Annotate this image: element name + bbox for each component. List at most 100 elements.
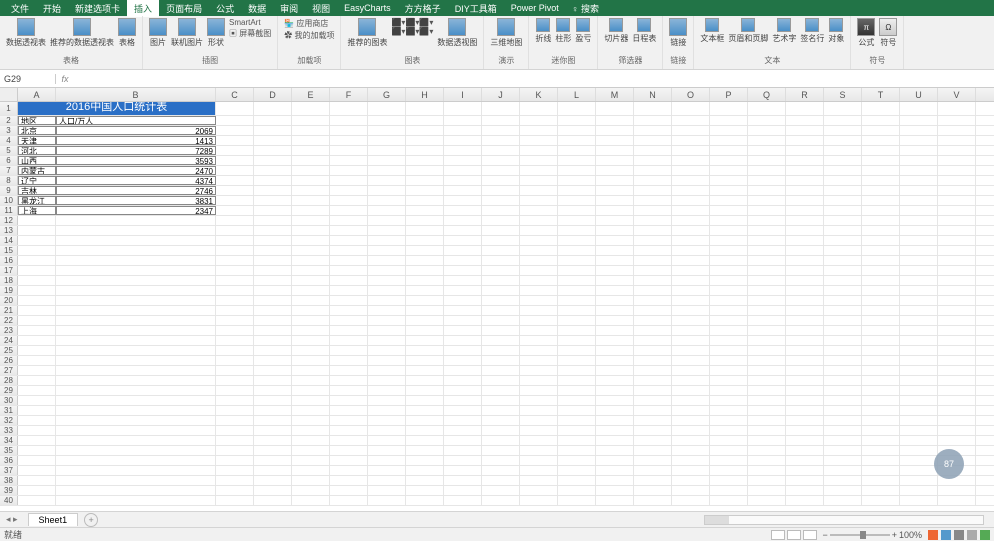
row-header[interactable]: 17 — [0, 266, 18, 275]
cell[interactable] — [862, 156, 900, 165]
cell[interactable] — [710, 426, 748, 435]
cell[interactable] — [292, 386, 330, 395]
cell[interactable] — [368, 166, 406, 175]
cell[interactable] — [292, 326, 330, 335]
cell[interactable] — [710, 176, 748, 185]
cell[interactable] — [596, 476, 634, 485]
cell[interactable] — [748, 296, 786, 305]
zoom-slider[interactable] — [830, 534, 890, 536]
cell[interactable] — [292, 466, 330, 475]
cell[interactable] — [558, 456, 596, 465]
cell[interactable] — [748, 136, 786, 145]
cell[interactable] — [216, 196, 254, 205]
cell[interactable] — [520, 126, 558, 135]
cell[interactable] — [56, 386, 216, 395]
cell[interactable] — [444, 276, 482, 285]
cell[interactable] — [292, 126, 330, 135]
cell[interactable] — [368, 336, 406, 345]
textbox-button[interactable]: 文本框 — [700, 18, 724, 44]
cell[interactable] — [748, 386, 786, 395]
cell[interactable] — [748, 126, 786, 135]
cell[interactable] — [634, 466, 672, 475]
cell[interactable] — [56, 346, 216, 355]
cell[interactable] — [596, 316, 634, 325]
cell[interactable] — [862, 236, 900, 245]
cell[interactable] — [56, 296, 216, 305]
cell[interactable] — [18, 376, 56, 385]
cell[interactable] — [634, 226, 672, 235]
cell[interactable] — [558, 206, 596, 215]
cell[interactable] — [482, 156, 520, 165]
col-header[interactable]: A — [18, 88, 56, 101]
cell[interactable] — [786, 276, 824, 285]
cell[interactable] — [634, 346, 672, 355]
cell[interactable] — [406, 346, 444, 355]
cell[interactable] — [216, 436, 254, 445]
cell[interactable] — [900, 126, 938, 135]
cell[interactable] — [786, 156, 824, 165]
col-header[interactable]: R — [786, 88, 824, 101]
cell[interactable] — [786, 406, 824, 415]
sound-icon[interactable] — [967, 530, 977, 540]
cell[interactable] — [56, 256, 216, 265]
cell[interactable] — [292, 226, 330, 235]
cell[interactable] — [938, 276, 976, 285]
cell[interactable] — [18, 466, 56, 475]
cell[interactable] — [216, 156, 254, 165]
cell[interactable] — [748, 426, 786, 435]
cell[interactable] — [444, 316, 482, 325]
cell[interactable] — [786, 306, 824, 315]
cell[interactable] — [56, 456, 216, 465]
cell[interactable] — [368, 486, 406, 495]
cell[interactable] — [406, 366, 444, 375]
cell[interactable] — [558, 356, 596, 365]
cell[interactable] — [824, 356, 862, 365]
cell[interactable] — [292, 356, 330, 365]
cell[interactable] — [710, 146, 748, 155]
cell[interactable] — [368, 102, 406, 115]
cell[interactable] — [748, 346, 786, 355]
cell[interactable] — [330, 426, 368, 435]
cell[interactable] — [482, 356, 520, 365]
symbol-button[interactable]: Ω符号 — [879, 18, 897, 48]
cell[interactable]: 3593 — [56, 156, 216, 165]
cell[interactable] — [672, 416, 710, 425]
cell[interactable] — [18, 416, 56, 425]
cell[interactable] — [786, 426, 824, 435]
cell[interactable] — [824, 206, 862, 215]
cell[interactable] — [216, 256, 254, 265]
cell[interactable] — [938, 296, 976, 305]
cell[interactable] — [482, 186, 520, 195]
cell[interactable] — [558, 406, 596, 415]
cell[interactable] — [786, 256, 824, 265]
col-header[interactable]: O — [672, 88, 710, 101]
cell[interactable] — [520, 196, 558, 205]
cell[interactable] — [748, 316, 786, 325]
cell[interactable] — [596, 406, 634, 415]
cell[interactable] — [444, 466, 482, 475]
cell[interactable] — [672, 366, 710, 375]
cell[interactable] — [824, 456, 862, 465]
cell[interactable] — [824, 336, 862, 345]
cell[interactable] — [56, 216, 216, 225]
cell[interactable] — [56, 316, 216, 325]
col-header[interactable]: Q — [748, 88, 786, 101]
cell[interactable] — [558, 116, 596, 125]
cell[interactable] — [824, 126, 862, 135]
cell[interactable] — [900, 256, 938, 265]
cell[interactable] — [938, 316, 976, 325]
col-header[interactable]: N — [634, 88, 672, 101]
row-header[interactable]: 34 — [0, 436, 18, 445]
cell[interactable] — [558, 476, 596, 485]
cell[interactable] — [938, 406, 976, 415]
cell[interactable] — [824, 256, 862, 265]
tab-pivot[interactable]: Power Pivot — [504, 1, 566, 15]
cell[interactable] — [368, 206, 406, 215]
cell[interactable] — [56, 376, 216, 385]
cell[interactable] — [216, 306, 254, 315]
cell[interactable] — [824, 216, 862, 225]
cell[interactable] — [18, 286, 56, 295]
cell[interactable] — [786, 126, 824, 135]
cell[interactable] — [368, 496, 406, 505]
smartart-button[interactable]: SmartArt — [229, 18, 271, 27]
